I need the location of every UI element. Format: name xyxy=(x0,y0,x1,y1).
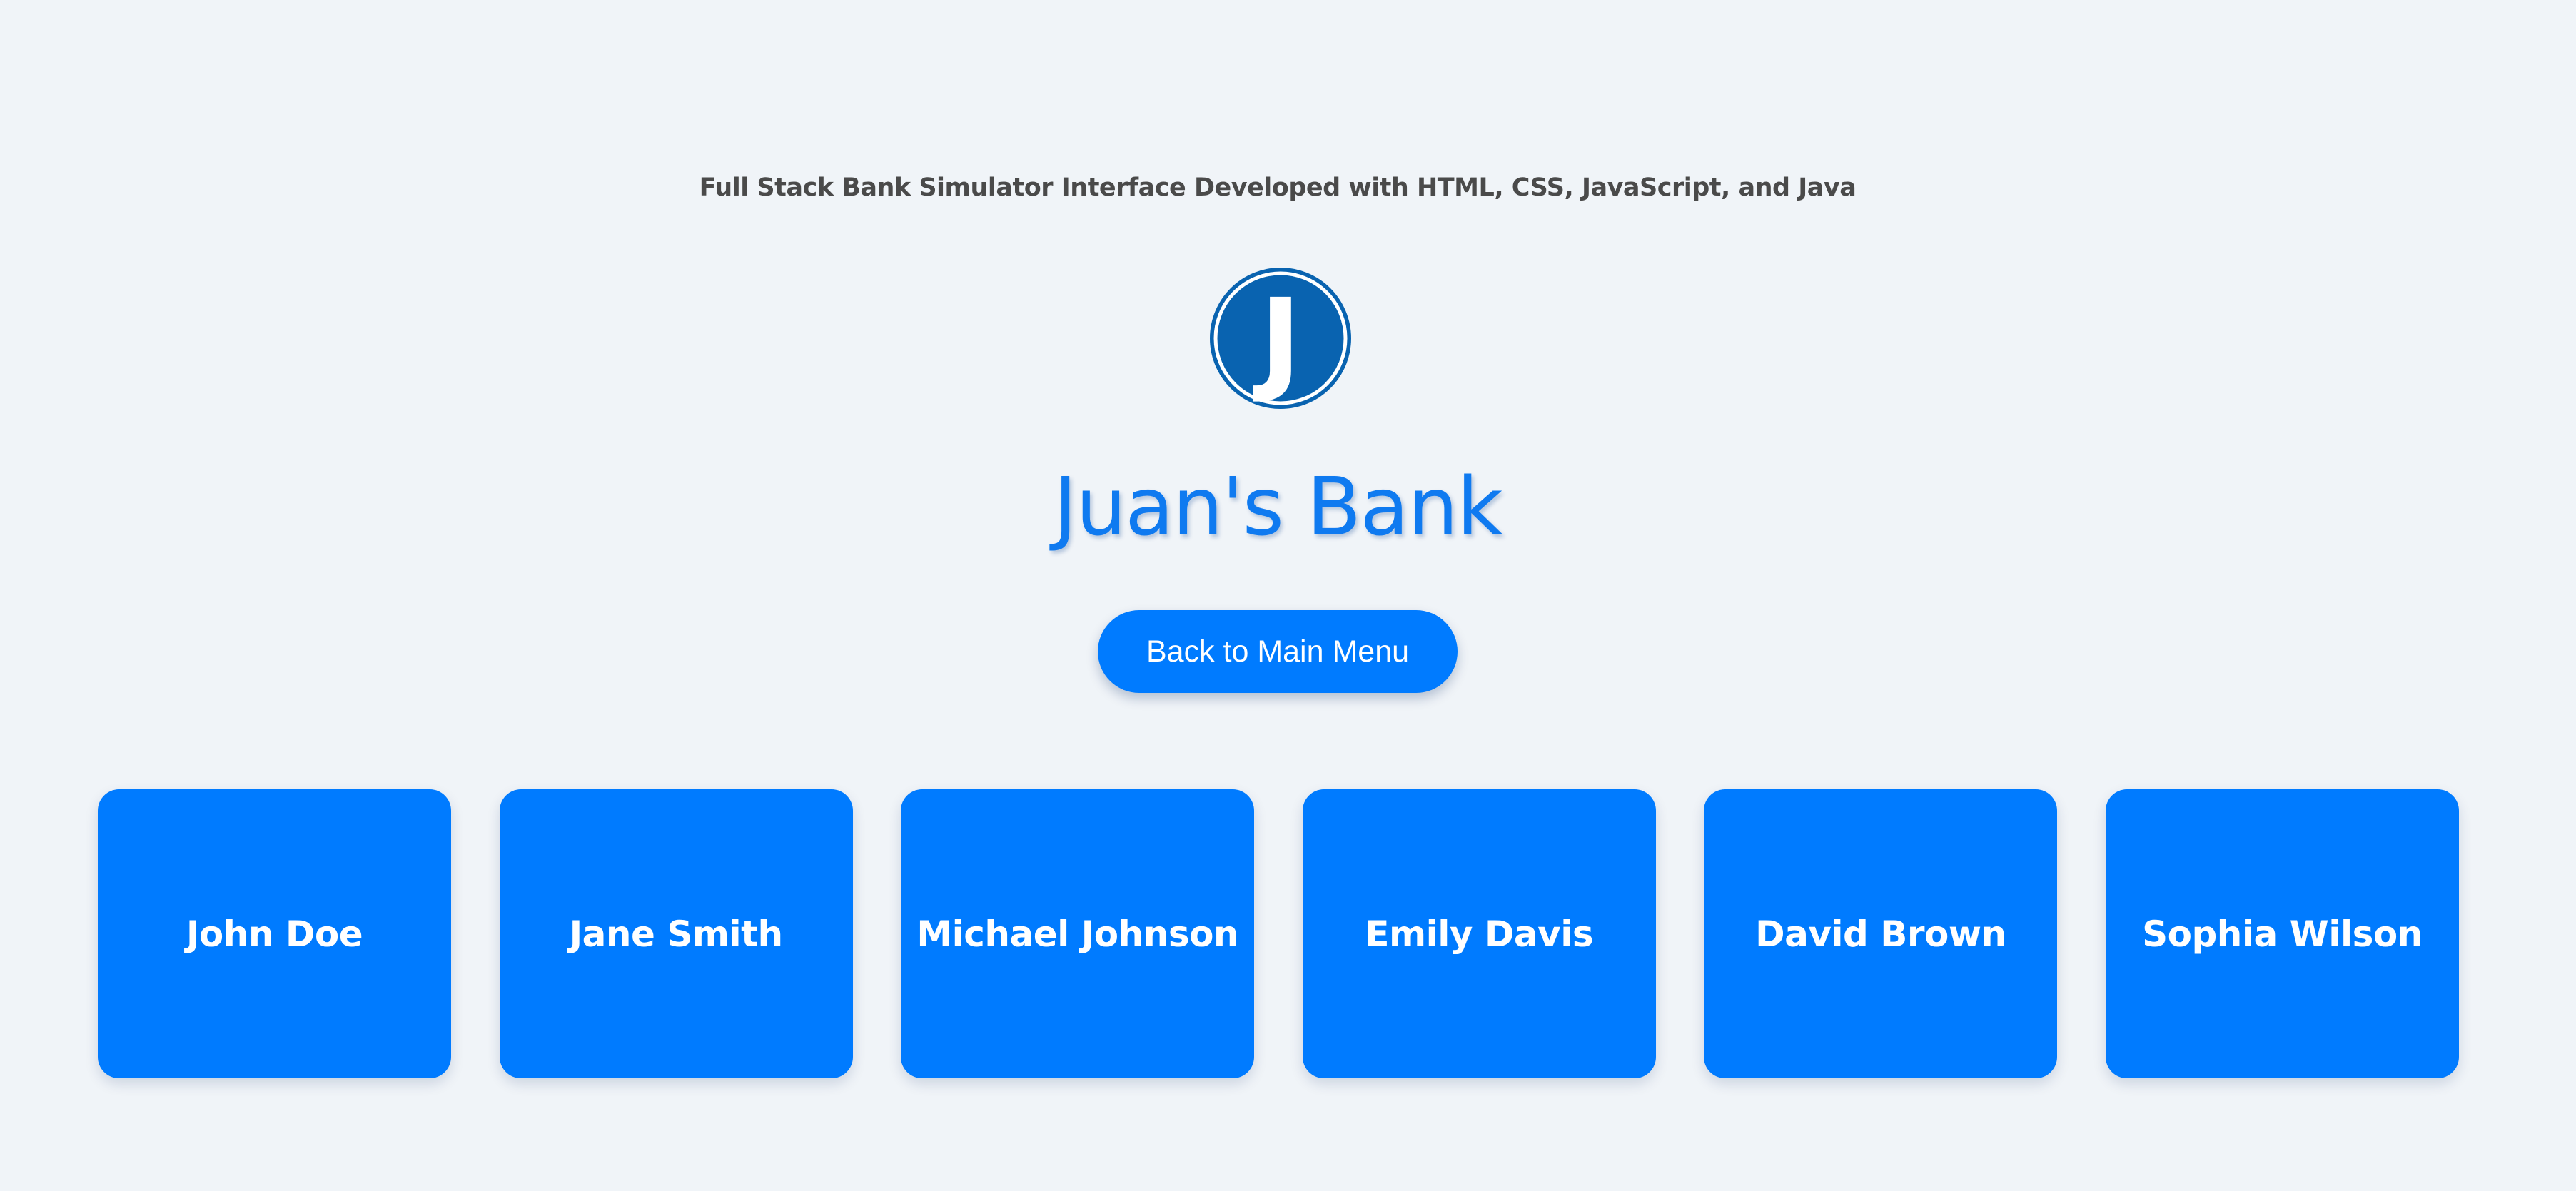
customer-card-emily-davis[interactable]: Emily Davis xyxy=(1302,789,1656,1078)
customer-name: David Brown xyxy=(1755,913,2006,955)
customer-card-jane-smith[interactable]: Jane Smith xyxy=(499,789,853,1078)
customer-name: Jane Smith xyxy=(569,913,784,955)
customer-card-michael-johnson[interactable]: Michael Johnson xyxy=(901,789,1255,1078)
bank-logo-icon: J xyxy=(1210,268,1351,409)
customer-name: John Doe xyxy=(186,913,363,955)
page-title: Juan's Bank xyxy=(1054,461,1503,554)
customer-card-john-doe[interactable]: John Doe xyxy=(98,789,451,1078)
customer-name: Emily Davis xyxy=(1365,913,1594,955)
customer-card-sophia-wilson[interactable]: Sophia Wilson xyxy=(2105,789,2459,1078)
customer-list: John Doe Jane Smith Michael Johnson Emil… xyxy=(98,789,2459,1078)
customer-card-david-brown[interactable]: David Brown xyxy=(1704,789,2058,1078)
back-to-main-menu-button[interactable]: Back to Main Menu xyxy=(1098,610,1458,693)
customer-name: Sophia Wilson xyxy=(2142,913,2423,955)
customer-name: Michael Johnson xyxy=(916,913,1239,955)
page-subtitle: Full Stack Bank Simulator Interface Deve… xyxy=(699,173,1857,202)
logo-letter: J xyxy=(1253,275,1302,406)
